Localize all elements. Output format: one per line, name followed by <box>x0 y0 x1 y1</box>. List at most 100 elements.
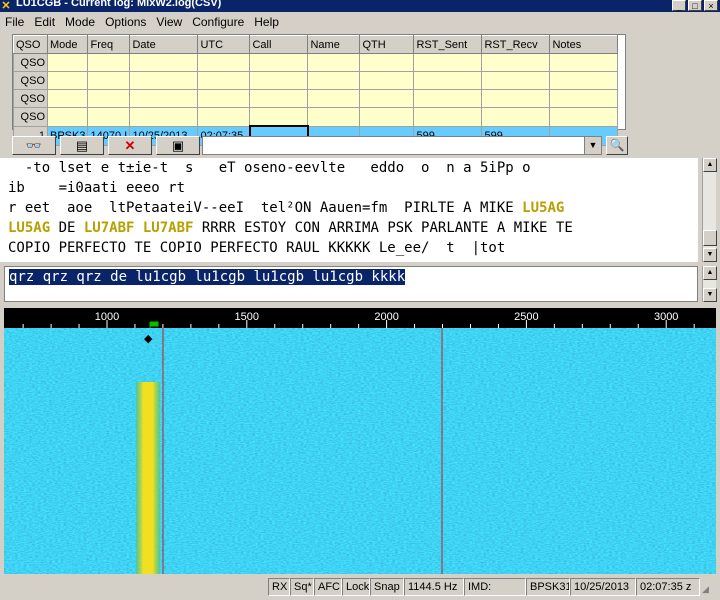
table-row[interactable]: QSO <box>13 71 619 90</box>
resize-grip-icon[interactable]: ◢ <box>702 584 716 596</box>
cell-rst-recv[interactable] <box>481 89 551 108</box>
cell-rst-sent[interactable] <box>413 71 483 90</box>
cell-date[interactable] <box>129 89 199 108</box>
column-header-qth[interactable]: QTH <box>359 35 415 54</box>
callsign-highlight[interactable]: LU5AG <box>8 220 50 236</box>
cell-name[interactable] <box>307 107 361 127</box>
waterfall-display[interactable]: ◆ <box>4 328 716 574</box>
afc-toggle[interactable]: AFC <box>314 578 342 596</box>
cursor-handle-icon[interactable]: ◆ <box>144 333 153 345</box>
cell-mode[interactable] <box>46 107 89 127</box>
column-header-notes[interactable]: Notes <box>549 35 619 54</box>
column-header-name[interactable]: Name <box>307 35 361 54</box>
cell-rst-recv[interactable] <box>481 71 551 90</box>
callsign-lookup-combo[interactable]: ▼ <box>202 136 602 155</box>
cell-utc[interactable] <box>197 53 251 72</box>
scroll-up-icon[interactable]: ▲ <box>703 266 717 280</box>
transmit-scrollbar[interactable]: ▲ ▼ <box>702 266 717 302</box>
frequency-ruler[interactable]: 1000 1500 2000 2500 3000 <box>4 308 716 328</box>
menu-view[interactable]: View <box>151 15 187 29</box>
cell-notes[interactable] <box>549 89 619 108</box>
search-button[interactable]: 🔍 <box>606 136 628 155</box>
column-header-mode[interactable]: Mode <box>46 35 89 54</box>
cell-utc[interactable] <box>197 71 251 90</box>
cell-call[interactable] <box>249 53 309 72</box>
minimize-button[interactable]: _ <box>672 0 686 11</box>
cell-utc[interactable] <box>197 107 251 127</box>
qso-log-grid[interactable]: QSO Mode Freq Date UTC Call Name QTH RST_Sent RST… <box>12 34 626 146</box>
snap-toggle[interactable]: Snap <box>370 578 404 596</box>
column-header-date[interactable]: Date <box>129 35 199 54</box>
cell-rst-sent[interactable] <box>413 89 483 108</box>
row-header[interactable]: QSO <box>13 107 48 127</box>
scroll-up-icon[interactable]: ▲ <box>703 158 717 172</box>
table-row[interactable]: QSO <box>13 89 619 108</box>
row-header[interactable]: QSO <box>13 89 48 108</box>
cell-notes[interactable] <box>549 53 619 72</box>
save-qso-button[interactable]: ▣ <box>156 136 200 155</box>
cell-freq[interactable] <box>87 107 131 127</box>
psk-signal-trace[interactable] <box>136 382 160 574</box>
cell-freq[interactable] <box>87 71 131 90</box>
receive-scrollbar[interactable]: ▲ ▼ <box>702 158 717 262</box>
callsign-highlight[interactable]: LU7ABF LU7ABF <box>84 220 194 236</box>
table-row[interactable]: QSO <box>13 53 619 72</box>
maximize-button[interactable]: □ <box>688 0 702 11</box>
cell-notes[interactable] <box>549 71 619 90</box>
cell-mode[interactable] <box>46 89 89 108</box>
table-row[interactable]: QSO <box>13 107 619 127</box>
cell-date[interactable] <box>129 107 199 127</box>
cell-mode[interactable] <box>46 53 89 72</box>
close-button[interactable]: × <box>704 0 718 11</box>
menu-edit[interactable]: Edit <box>29 15 60 29</box>
cell-call[interactable] <box>249 71 309 90</box>
cell-utc[interactable] <box>197 89 251 108</box>
cell-rst-recv[interactable] <box>481 107 551 127</box>
rx-indicator[interactable]: RX <box>268 578 290 596</box>
column-header-rst-sent[interactable]: RST_Sent <box>413 35 483 54</box>
cell-call[interactable] <box>249 107 309 127</box>
column-header-utc[interactable]: UTC <box>197 35 251 54</box>
column-header-call[interactable]: Call <box>249 35 309 54</box>
squelch-indicator[interactable]: Sq* <box>290 578 314 596</box>
cell-notes[interactable] <box>549 107 619 127</box>
lookup-glasses-button[interactable]: 👓 <box>12 136 56 155</box>
column-header-rst-recv[interactable]: RST_Recv <box>481 35 551 54</box>
cell-freq[interactable] <box>87 53 131 72</box>
mode-indicator[interactable]: BPSK31 <box>526 578 570 596</box>
menu-file[interactable]: File <box>0 15 29 29</box>
scroll-down-icon[interactable]: ▼ <box>703 248 717 262</box>
menu-mode[interactable]: Mode <box>60 15 100 29</box>
cell-name[interactable] <box>307 71 361 90</box>
cell-qth[interactable] <box>359 71 415 90</box>
scroll-thumb[interactable] <box>703 230 717 246</box>
cell-mode[interactable] <box>46 71 89 90</box>
cell-qth[interactable] <box>359 89 415 108</box>
cell-name[interactable] <box>307 89 361 108</box>
cell-rst-sent[interactable] <box>413 53 483 72</box>
cell-date[interactable] <box>129 53 199 72</box>
menu-help[interactable]: Help <box>249 15 284 29</box>
cell-freq[interactable] <box>87 89 131 108</box>
chevron-down-icon[interactable]: ▼ <box>584 137 601 154</box>
cell-date[interactable] <box>129 71 199 90</box>
receive-text-pane[interactable]: -to lset e t±ie-t s eT oseno-eevlte eddo… <box>0 158 698 262</box>
callsign-highlight[interactable]: LU5AG <box>522 200 564 216</box>
cell-rst-recv[interactable] <box>481 53 551 72</box>
row-header[interactable]: QSO <box>13 71 48 90</box>
column-header-freq[interactable]: Freq <box>87 35 131 54</box>
transmit-text-pane[interactable]: qrz qrz qrz de lu1cgb lu1cgb lu1cgb lu1c… <box>4 266 698 302</box>
clear-entry-button[interactable]: ✕ <box>108 136 152 155</box>
cell-call[interactable] <box>249 89 309 108</box>
scroll-down-icon[interactable]: ▼ <box>703 288 717 302</box>
cell-name[interactable] <box>307 53 361 72</box>
cell-rst-sent[interactable] <box>413 107 483 127</box>
row-header[interactable]: QSO <box>13 53 48 72</box>
cell-qth[interactable] <box>359 53 415 72</box>
menu-configure[interactable]: Configure <box>187 15 249 29</box>
cell-qth[interactable] <box>359 107 415 127</box>
lock-toggle[interactable]: Lock <box>342 578 370 596</box>
column-header-qso[interactable]: QSO <box>13 35 48 54</box>
details-button[interactable]: ▤ <box>60 136 104 155</box>
menu-options[interactable]: Options <box>100 15 151 29</box>
